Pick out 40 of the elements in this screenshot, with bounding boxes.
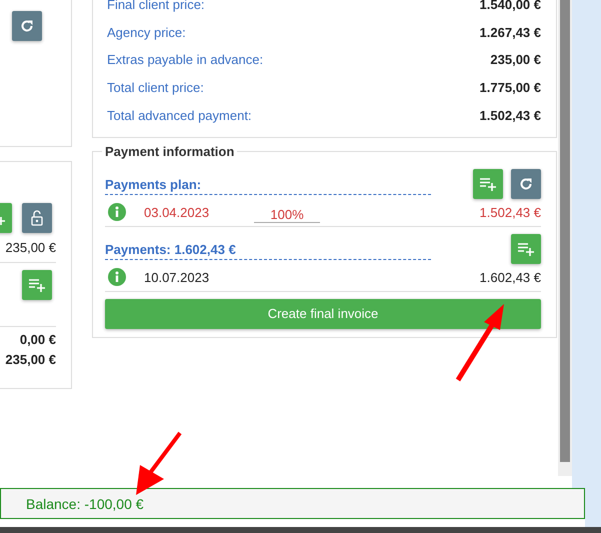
price-label: Final client price:	[107, 0, 205, 12]
unlock-icon	[31, 210, 43, 226]
info-icon[interactable]	[108, 203, 126, 222]
price-label: Extras payable in advance:	[107, 52, 264, 68]
scrollbar-thumb[interactable]	[560, 0, 570, 462]
create-final-invoice-button[interactable]: Create final invoice	[105, 298, 541, 329]
amount-text: 1.602,43 €	[480, 270, 541, 285]
info-icon[interactable]	[108, 268, 126, 286]
price-label: Total advanced payment:	[107, 108, 252, 123]
refresh-icon	[20, 19, 34, 33]
section-title: Payments: 1.602,43 €	[105, 242, 431, 260]
price-label: Agency price:	[107, 24, 186, 40]
amount-text: 1.502,43 €	[480, 204, 541, 220]
unlock-button[interactable]	[22, 203, 52, 233]
price-value: 1.267,43 €	[480, 24, 541, 40]
amount-text: 235,00 €	[5, 240, 57, 255]
refresh-icon	[519, 176, 533, 191]
percent-field[interactable]: 100%	[254, 207, 320, 224]
add-button[interactable]	[22, 270, 52, 300]
date-text: 03.04.2023	[144, 204, 210, 220]
total-value: 235,00 €	[5, 352, 57, 367]
balance-text: Balance: -100,00 €	[26, 496, 144, 512]
annotation-arrow	[134, 431, 184, 497]
add-list-icon	[480, 176, 496, 191]
total-value: 0,00 €	[20, 332, 57, 347]
refresh-button[interactable]	[511, 168, 541, 199]
add-list-icon	[29, 278, 45, 292]
refresh-button[interactable]	[12, 11, 42, 41]
scrollbar[interactable]	[558, 0, 572, 476]
add-button[interactable]	[473, 168, 503, 199]
price-value: 235,00 €	[490, 52, 541, 68]
add-button[interactable]	[511, 234, 541, 264]
date-text: 10.07.2023	[144, 270, 210, 285]
add-list-icon	[518, 242, 534, 256]
price-value: 1.540,00 €	[480, 0, 541, 12]
section-title: Payments plan:	[105, 176, 431, 195]
price-label: Total client price:	[107, 80, 204, 96]
panel-title: Payment information	[104, 144, 236, 159]
price-value: 1.502,43 €	[480, 108, 541, 123]
price-value: 1.775,00 €	[480, 80, 541, 96]
